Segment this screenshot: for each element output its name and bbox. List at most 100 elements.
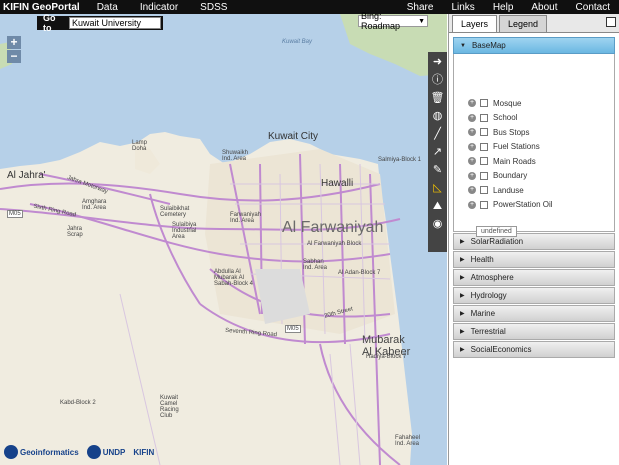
geoinformatics-logo: Geoinformatics [4,445,79,459]
layer-tooltip: undefined [476,226,517,237]
collapsed-arrow-icon: ▶ [460,275,465,281]
label-kuwait-bay: Kuwait Bay [282,39,313,45]
label-sulaibiya: Sulaibiya Industrial Area [172,222,197,240]
expand-plus-icon[interactable]: + [468,128,476,137]
line-icon[interactable]: ╱ [430,127,445,142]
layer-checkbox[interactable] [480,157,488,166]
label-farwaniyah-ind: Farwaniyah Ind. Area [230,212,262,224]
layer-checkbox[interactable] [480,142,488,151]
nav-indicator[interactable]: Indicator [129,2,189,13]
zoom-out-button[interactable]: − [7,50,21,63]
label-al-jahra: Al Jahra' [7,170,46,181]
trash-icon[interactable]: 🗑 [430,91,445,106]
collapsed-arrow-icon: ▶ [460,311,465,317]
label-m05-west: M05 [7,210,23,218]
section-hydrology[interactable]: ▶ Hydrology [453,287,615,304]
terrain-icon[interactable]: ⛰ [430,199,445,214]
expanded-arrow-icon: ▼ [460,42,466,49]
layer-checkbox[interactable] [480,113,488,122]
collapsed-arrow-icon: ▶ [460,347,465,353]
arrow-icon[interactable]: ➜ [430,55,445,70]
label-shuwaikh: Shuwaikh Ind. Area [222,150,249,162]
layer-checkbox[interactable] [480,171,488,180]
basemap-selected: Bing: Roadmap [361,11,401,31]
layer-school: + School [468,113,518,123]
collapsed-arrow-icon: ▶ [460,257,465,263]
label-sabhan: Sabhan Ind. Area [303,259,328,271]
collapsed-arrow-icon: ▶ [460,239,465,245]
nav-data[interactable]: Data [86,2,129,13]
layer-checkbox[interactable] [480,200,488,209]
layer-main-roads: + Main Roads [468,156,536,166]
label-hadiya: Hadiya-Block 7 [366,354,407,360]
info-icon[interactable]: ⓘ [430,73,445,88]
side-panel: Layers Legend ▼ BaseMap + Mosque + School … [448,14,619,465]
polyline-icon[interactable]: ↗ [430,145,445,160]
section-health[interactable]: ▶ Health [453,251,615,268]
label-abdullah: Abdulla Al Mubarak Al Sabah-Block 4 [214,269,254,287]
nav-contact[interactable]: Contact [567,2,619,13]
expand-plus-icon[interactable]: + [468,186,476,195]
section-basemap[interactable]: ▼ BaseMap [453,37,615,54]
layer-checkbox[interactable] [480,186,488,195]
label-hawalli: Hawalli [321,178,354,189]
panel-tabs: Layers Legend [449,14,619,33]
nav-about[interactable]: About [522,2,566,13]
label-m05-south: M05 [285,325,301,333]
tab-layers[interactable]: Layers [452,15,498,32]
goto-input[interactable] [69,17,161,29]
kifin-logo: KIFIN [133,447,155,457]
label-farwaniyah-block: Al Farwaniyah Block [307,241,362,247]
layer-bus-stops: + Bus Stops [468,127,530,137]
basemap-select[interactable]: Bing: Roadmap ▼ [358,11,428,31]
tab-legend[interactable]: Legend [499,15,548,32]
label-sulaibikhat: Sulaibikhat Cemetery [160,206,190,218]
dropdown-arrow-icon: ▼ [418,17,425,25]
label-racing: Kuwait Camel Racing Club [160,395,179,419]
expand-plus-icon[interactable]: + [468,157,476,166]
section-marine[interactable]: ▶ Marine [453,305,615,322]
label-salmiya: Salmiya-Block 1 [378,157,422,163]
nav-right: Share Links Help About Contact [398,2,619,13]
label-al-adan: Al Adan-Block 7 [338,270,381,276]
nav-sdss[interactable]: SDSS [189,2,238,13]
section-atmosphere[interactable]: ▶ Atmosphere [453,269,615,286]
layer-checkbox[interactable] [480,128,488,137]
layer-mosque: + Mosque [468,98,522,108]
nav-help[interactable]: Help [484,2,523,13]
maximize-icon[interactable] [606,17,616,27]
geoinformatics-mark-icon [4,445,18,459]
label-kabd: Kabd-Block 2 [60,400,96,406]
pencil-icon[interactable]: ✎ [430,163,445,178]
label-fahaheel: Fahaheel Ind. Area [395,435,421,447]
expand-plus-icon[interactable]: + [468,99,476,108]
circle-icon[interactable]: ◉ [430,217,445,232]
partner-logos: Geoinformatics UNDP KIFIN [4,442,162,462]
collapsed-arrow-icon: ▶ [460,329,465,335]
expand-plus-icon[interactable]: + [468,113,476,122]
layer-checkbox[interactable] [480,99,488,108]
zoom-controls: + − [7,36,21,64]
layer-boundary: + Boundary [468,171,528,181]
section-social-economics[interactable]: ▶ SocialEconomics [453,341,615,358]
expand-plus-icon[interactable]: + [468,200,476,209]
layer-landuse: + Landuse [468,185,524,195]
expand-plus-icon[interactable]: + [468,171,476,180]
zoom-in-button[interactable]: + [7,36,21,49]
basemap-layer-list: + Mosque + School + Bus Stops + Fuel Station… [453,54,615,237]
top-bar: KIFIN GeoPortal Data Indicator SDSS Shar… [0,0,619,14]
map-canvas [0,14,447,465]
globe-icon[interactable]: ◍ [430,109,445,124]
map-view[interactable]: Kuwait Bay Kuwait City Al Jahra' Hawalli… [0,14,447,465]
label-kuwait-city: Kuwait City [268,131,319,142]
goto-label: Go to [43,13,56,33]
expand-plus-icon[interactable]: + [468,142,476,151]
measure-icon[interactable]: ◺ [430,181,445,196]
section-terrestrial[interactable]: ▶ Terrestrial [453,323,615,340]
layer-powerstation-oil: + PowerStation Oil [468,200,553,210]
un-emblem-icon [86,445,101,459]
label-jahra-scrap: Jahra Scrap [67,226,83,238]
label-lamp-doha: Lamp Doha [132,140,148,152]
nav-links[interactable]: Links [442,2,483,13]
label-al-farwaniyah: Al Farwaniyah [282,219,384,236]
